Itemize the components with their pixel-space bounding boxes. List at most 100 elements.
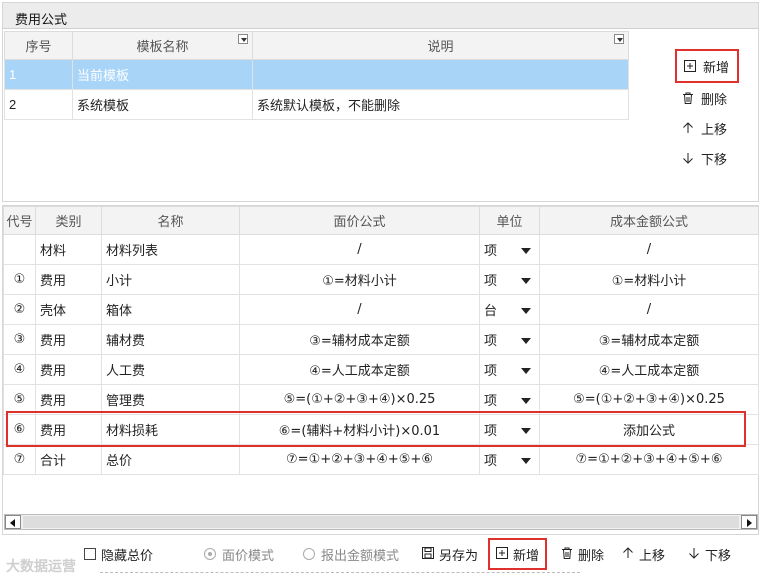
row-code-text: ⑦ — [13, 452, 26, 467]
row-cost-formula-text: ①=材料小计 — [611, 274, 687, 289]
row-cost-formula: ④=人工成本定额 — [539, 354, 759, 385]
filter-dropdown-icon[interactable] — [614, 34, 624, 44]
row-name: 总价 — [101, 444, 240, 475]
table-row[interactable]: ③ 费用 辅材费 ③=辅材成本定额 项 ③=辅材成本定额 — [3, 324, 759, 355]
radio-dot-icon[interactable] — [204, 548, 216, 560]
price-mode-radio[interactable]: 面价模式 — [204, 544, 274, 564]
scroll-left-arrow-icon[interactable] — [5, 515, 21, 529]
move-up-button[interactable]: 上移 — [675, 113, 739, 143]
row-unit-text: 项 — [484, 363, 498, 378]
row-category: 壳体 — [35, 294, 102, 325]
col-header-name: 名称 — [101, 206, 240, 235]
row-name-text: 箱体 — [106, 303, 133, 318]
row-category-text: 费用 — [40, 423, 67, 438]
template-panel: 费用公式 序号 模板名称 说明 1 当前模板 2 系统模板 系统默认模板，不能删… — [2, 2, 759, 202]
radio-empty-icon[interactable] — [303, 548, 315, 560]
save-as-button[interactable]: 另存为 — [422, 544, 478, 564]
scroll-right-arrow-icon[interactable] — [741, 515, 757, 529]
row-template-name: 系统模板 — [72, 89, 253, 120]
checkbox-box[interactable] — [84, 548, 96, 560]
row-code: ⑥ — [3, 414, 36, 445]
formula-move-down-button[interactable]: 下移 — [688, 544, 731, 564]
table-row[interactable]: ⑤ 费用 管理费 ⑤=(①+②+③+④)×0.25 项 ⑤=(①+②+③+④)×0.25 — [3, 384, 759, 415]
dropdown-arrow-icon[interactable] — [521, 368, 531, 374]
plus-square-icon — [683, 59, 697, 73]
table-row[interactable]: 材料 材料列表 / 项 / — [3, 234, 759, 265]
row-description: 系统默认模板，不能删除 — [252, 89, 629, 120]
row-name-text: 材料列表 — [106, 243, 159, 258]
row-name: 材料损耗 — [101, 414, 240, 445]
hide-total-checkbox[interactable]: 隐藏总价 — [84, 544, 153, 564]
scroll-thumb[interactable] — [23, 516, 739, 528]
arrow-down-icon — [688, 547, 700, 562]
arrow-up-icon — [681, 121, 695, 135]
delete-label: 删除 — [701, 91, 728, 107]
row-name-text: 小计 — [106, 273, 133, 288]
move-down-button[interactable]: 下移 — [675, 143, 739, 173]
col-header-price-formula: 面价公式 — [239, 206, 480, 235]
delete-template-button[interactable]: 删除 — [675, 83, 739, 113]
row-name: 材料列表 — [101, 234, 240, 265]
row-category: 费用 — [35, 354, 102, 385]
row-price-formula-text: / — [357, 302, 362, 317]
dropdown-arrow-icon[interactable] — [521, 278, 531, 284]
row-price-formula: ⑦=①+②+③+④+⑤+⑥ — [239, 444, 480, 475]
col-header-code: 代号 — [3, 206, 36, 235]
row-category-text: 合计 — [40, 453, 67, 468]
table-row[interactable]: ⑦ 合计 总价 ⑦=①+②+③+④+⑤+⑥ 项 ⑦=①+②+③+④+⑤+⑥ — [3, 444, 759, 475]
row-category: 费用 — [35, 384, 102, 415]
dropdown-arrow-icon[interactable] — [521, 308, 531, 314]
row-code: ⑤ — [3, 384, 36, 415]
table-row[interactable]: ① 费用 小计 ①=材料小计 项 ①=材料小计 — [3, 264, 759, 295]
table-row[interactable]: ② 壳体 箱体 / 台 / — [3, 294, 759, 325]
add-label: 新增 — [703, 59, 730, 75]
row-cost-formula-text: / — [646, 302, 652, 317]
row-no: 2 — [4, 89, 73, 120]
dropdown-arrow-icon[interactable] — [521, 248, 531, 254]
row-unit[interactable]: 项 — [479, 414, 540, 445]
row-code-text: ④ — [13, 362, 26, 377]
row-category-text: 费用 — [40, 333, 67, 348]
row-unit[interactable]: 项 — [479, 264, 540, 295]
dropdown-arrow-icon[interactable] — [521, 398, 531, 404]
row-unit[interactable]: 项 — [479, 354, 540, 385]
report-mode-radio[interactable]: 报出金额模式 — [303, 544, 399, 564]
delete-formula-button[interactable]: 删除 — [561, 544, 604, 564]
row-category-text: 壳体 — [40, 303, 67, 318]
row-unit[interactable]: 台 — [479, 294, 540, 325]
row-cost-formula-text: ⑤=(①+②+③+④)×0.25 — [573, 392, 725, 407]
table-row[interactable]: 1 当前模板 — [4, 59, 629, 90]
col-header-template-name[interactable]: 模板名称 — [72, 31, 253, 60]
horizontal-scrollbar[interactable] — [4, 514, 758, 530]
row-unit[interactable]: 项 — [479, 384, 540, 415]
row-unit[interactable]: 项 — [479, 324, 540, 355]
divider — [100, 572, 580, 578]
row-cost-formula-text: ⑦=①+②+③+④+⑤+⑥ — [575, 452, 723, 467]
table-row[interactable]: ⑥ 费用 材料损耗 ⑥=(辅料+材料小计)×0.01 项 添加公式 — [3, 414, 759, 445]
filter-dropdown-icon[interactable] — [238, 34, 248, 44]
row-cost-formula-text: ③=辅材成本定额 — [598, 334, 700, 349]
row-price-formula: ⑥=(辅料+材料小计)×0.01 — [239, 414, 480, 445]
price-mode-label: 面价模式 — [222, 547, 275, 563]
add-formula-button[interactable]: 新增 — [488, 538, 548, 570]
table-row[interactable]: ④ 费用 人工费 ④=人工成本定额 项 ④=人工成本定额 — [3, 354, 759, 385]
row-unit[interactable]: 项 — [479, 234, 540, 265]
row-unit-text: 台 — [484, 303, 498, 318]
col-header-description[interactable]: 说明 — [252, 31, 629, 60]
row-cost-formula: / — [539, 234, 759, 265]
row-price-formula-text: ④=人工成本定额 — [309, 364, 410, 379]
dropdown-arrow-icon[interactable] — [521, 428, 531, 434]
table-row[interactable]: 2 系统模板 系统默认模板，不能删除 — [4, 89, 629, 120]
formula-move-up-button[interactable]: 上移 — [622, 544, 665, 564]
row-cost-formula: 添加公式 — [539, 414, 759, 445]
add-template-button[interactable]: 新增 — [675, 49, 739, 83]
row-name: 小计 — [101, 264, 240, 295]
template-actions: 新增 删除 上移 下移 — [675, 49, 739, 173]
dropdown-arrow-icon[interactable] — [521, 458, 531, 464]
row-unit[interactable]: 项 — [479, 444, 540, 475]
row-code-text: ② — [13, 302, 26, 317]
col-header-no: 序号 — [4, 31, 73, 60]
row-name-text: 总价 — [106, 453, 133, 468]
watermark: 大数据运营 — [6, 558, 76, 574]
dropdown-arrow-icon[interactable] — [521, 338, 531, 344]
